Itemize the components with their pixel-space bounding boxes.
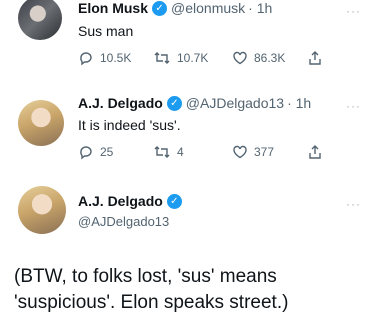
author-name[interactable]: A.J. Delgado — [78, 95, 163, 111]
reply-button[interactable]: 10.5K — [78, 50, 131, 66]
author-name[interactable]: A.J. Delgado — [78, 193, 163, 209]
tweet-header: Elon Musk ✓ @elonmusk · 1h — [78, 0, 272, 16]
share-icon — [309, 145, 321, 159]
heart-icon — [233, 51, 247, 65]
reply-button[interactable]: 25 — [78, 144, 113, 160]
tweet-header: A.J. Delgado ✓ — [78, 193, 186, 209]
avatar[interactable] — [18, 186, 66, 234]
share-button[interactable] — [307, 144, 329, 160]
like-button[interactable]: 377 — [232, 144, 274, 160]
retweet-count: 4 — [177, 145, 184, 159]
tweet-time[interactable]: · 1h — [248, 0, 272, 16]
tweet-text: It is indeed 'sus'. — [78, 117, 181, 133]
verified-badge-icon: ✓ — [166, 95, 182, 111]
heart-icon — [233, 145, 247, 159]
verified-badge-icon: ✓ — [166, 193, 182, 209]
tweet-header: A.J. Delgado ✓ @AJDelgado13 · 1h — [78, 95, 311, 111]
author-handle[interactable]: @AJDelgado13 — [78, 214, 169, 229]
reply-count: 25 — [100, 145, 114, 159]
reply-icon — [80, 146, 92, 160]
retweet-button[interactable]: 10.7K — [153, 50, 208, 66]
tweet-text: Sus man — [78, 23, 134, 39]
like-button[interactable]: 86.3K — [232, 50, 285, 66]
like-count: 377 — [254, 145, 275, 159]
tweet-time[interactable]: · 1h — [287, 95, 311, 111]
avatar[interactable] — [18, 100, 64, 146]
share-icon — [309, 51, 321, 65]
author-handle[interactable]: @AJDelgado13 — [186, 95, 284, 111]
verified-badge-icon: ✓ — [152, 0, 168, 16]
more-options-icon[interactable]: ··· — [346, 197, 361, 211]
like-count: 86.3K — [254, 51, 286, 65]
reply-count: 10.5K — [100, 51, 132, 65]
avatar[interactable] — [18, 0, 62, 40]
retweet-button[interactable]: 4 — [153, 144, 184, 160]
more-options-icon[interactable]: ··· — [346, 4, 361, 18]
share-button[interactable] — [307, 50, 329, 66]
retweet-icon — [154, 52, 170, 64]
tweet-text: (BTW, to folks lost, 'sus' means 'suspic… — [14, 266, 289, 313]
author-name[interactable]: Elon Musk — [78, 0, 148, 16]
more-options-icon[interactable]: ··· — [346, 99, 361, 113]
reply-icon — [80, 52, 92, 66]
retweet-icon — [154, 146, 170, 158]
retweet-count: 10.7K — [177, 51, 209, 65]
author-handle[interactable]: @elonmusk — [171, 0, 245, 16]
